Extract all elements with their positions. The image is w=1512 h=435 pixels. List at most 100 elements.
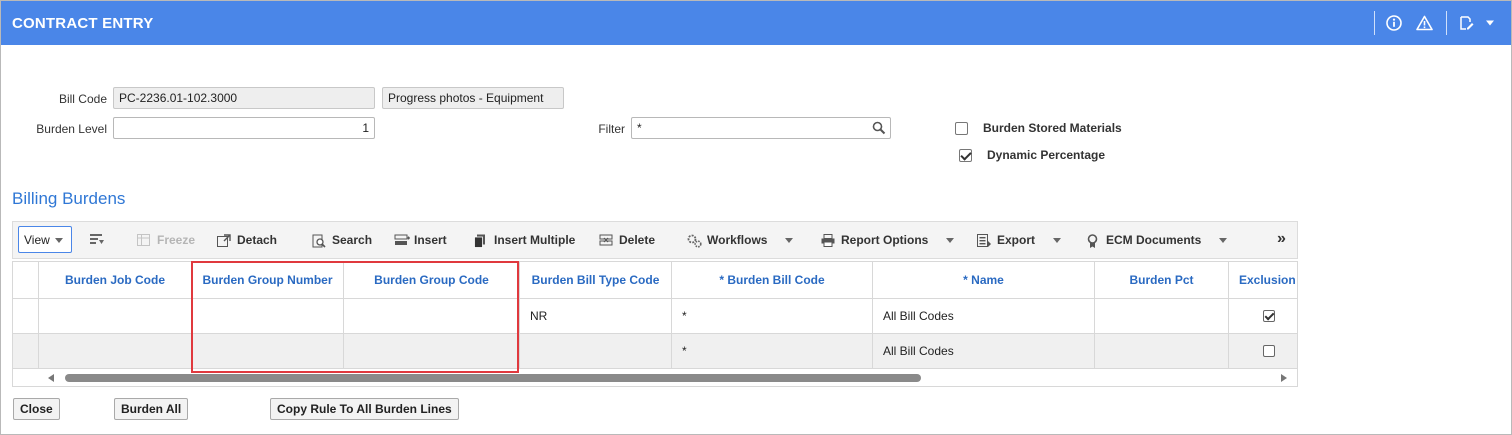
insert-button[interactable]: Insert [394,233,447,247]
horizontal-scrollbar[interactable] [13,369,1297,386]
cell-burden-bill-type-code[interactable] [520,334,672,368]
freeze-label: Freeze [157,233,196,247]
row-selector[interactable] [13,299,39,333]
chevron-down-icon [785,237,794,243]
chevron-down-icon[interactable] [1484,14,1496,32]
grid-header-row: Burden Job Code Burden Group Number Burd… [13,262,1297,299]
insert-multiple-icon [474,234,488,248]
cell-exclusion[interactable] [1229,334,1297,368]
grid-toolbar: View Freeze Detach Search Insert Insert … [12,221,1298,259]
column-header-burden-bill-code[interactable]: * Burden Bill Code [672,262,873,298]
search-label: Search [332,233,373,247]
export-button[interactable]: Export [977,233,1062,247]
column-header-name[interactable]: * Name [873,262,1095,298]
page-title: CONTRACT ENTRY [12,15,154,32]
delete-row-icon [599,234,613,246]
scroll-left-icon[interactable] [48,374,54,382]
column-header-burden-job-code[interactable]: Burden Job Code [39,262,192,298]
scroll-right-icon[interactable] [1281,374,1287,382]
close-button[interactable]: Close [13,398,60,420]
printer-icon [821,234,835,247]
cell-burden-pct[interactable] [1095,299,1229,333]
cell-burden-bill-code[interactable]: * [672,299,873,333]
detach-icon [217,234,231,247]
cell-burden-group-code[interactable] [344,334,520,368]
billing-burdens-grid: Burden Job Code Burden Group Number Burd… [12,261,1298,387]
cell-burden-group-code[interactable] [344,299,520,333]
workflows-button[interactable]: Workflows [687,233,794,248]
dynamic-percentage-checkbox[interactable] [959,149,972,162]
bill-code-label: Bill Code [58,92,107,106]
insert-label: Insert [414,233,447,247]
cell-burden-bill-type-code[interactable]: NR [520,299,672,333]
burden-all-button[interactable]: Burden All [114,398,189,420]
exclusion-checkbox[interactable] [1263,310,1275,322]
filter-value: * [637,121,642,135]
column-header-exclusion[interactable]: Exclusion [1229,262,1297,298]
burden-level-field[interactable]: 1 [113,117,375,139]
insert-multiple-button[interactable]: Insert Multiple [474,233,576,248]
ecm-documents-icon [1086,234,1100,248]
cell-exclusion[interactable] [1229,299,1297,333]
bill-code-description: Progress photos - Equipment [382,87,564,109]
bill-code-field[interactable]: PC-2236.01-102.3000 [113,87,375,109]
view-dropdown[interactable]: View [18,226,72,253]
title-separator [1446,11,1447,35]
search-button[interactable]: Search [312,233,373,248]
cell-burden-group-number[interactable] [192,299,344,333]
cell-burden-job-code[interactable] [39,334,192,368]
burden-stored-materials-checkbox[interactable] [955,122,968,135]
warning-icon[interactable] [1415,14,1433,32]
delete-label: Delete [619,233,656,247]
cell-burden-job-code[interactable] [39,299,192,333]
column-header-burden-pct[interactable]: Burden Pct [1095,262,1229,298]
search-icon[interactable] [872,121,886,138]
cell-name[interactable]: All Bill Codes [873,299,1095,333]
ecm-documents-button[interactable]: ECM Documents [1086,233,1228,248]
table-row[interactable]: NR * All Bill Codes [13,299,1297,334]
export-icon [977,234,991,247]
insert-multiple-label: Insert Multiple [494,233,576,247]
chevron-down-icon [54,238,63,244]
more-tools-button[interactable]: » [1277,230,1286,248]
row-selector[interactable] [13,334,39,368]
title-separator [1374,11,1375,35]
chevron-down-icon [946,237,955,243]
freeze-button[interactable]: Freeze [137,233,195,247]
column-header-burden-bill-type-code[interactable]: Burden Bill Type Code [520,262,672,298]
scrollbar-thumb[interactable] [65,374,921,382]
gears-icon [687,234,702,248]
ecm-documents-label: ECM Documents [1106,233,1202,247]
burden-stored-materials-label: Burden Stored Materials [983,121,1122,135]
more-tools-icon: » [1277,230,1286,247]
burden-level-label: Burden Level [36,122,107,136]
edit-notes-icon[interactable] [1457,14,1475,32]
copy-rule-to-all-burden-lines-button[interactable]: Copy Rule To All Burden Lines [270,398,459,420]
cell-name[interactable]: All Bill Codes [873,334,1095,368]
cell-burden-bill-code[interactable]: * [672,334,873,368]
chevron-down-icon [1219,237,1228,243]
info-icon[interactable] [1385,14,1403,32]
freeze-icon [137,234,151,246]
settings-filter-icon[interactable] [89,233,105,247]
table-row[interactable]: * All Bill Codes [13,334,1297,369]
detach-button[interactable]: Detach [217,233,277,247]
view-label: View [24,233,50,247]
export-label: Export [997,233,1036,247]
insert-row-icon [394,234,410,246]
detach-label: Detach [237,233,278,247]
exclusion-checkbox[interactable] [1263,345,1275,357]
search-doc-icon [312,234,326,248]
title-bar: CONTRACT ENTRY [1,1,1511,45]
dynamic-percentage-label: Dynamic Percentage [987,148,1106,162]
filter-label: Filter [598,122,625,136]
cell-burden-pct[interactable] [1095,334,1229,368]
filter-input[interactable]: * [631,117,891,139]
cell-burden-group-number[interactable] [192,334,344,368]
column-header-burden-group-code[interactable]: Burden Group Code [344,262,520,298]
column-header-burden-group-number[interactable]: Burden Group Number [192,262,344,298]
chevron-down-icon [1053,237,1062,243]
report-options-label: Report Options [841,233,929,247]
report-options-button[interactable]: Report Options [821,233,955,247]
delete-button[interactable]: Delete [599,233,655,247]
